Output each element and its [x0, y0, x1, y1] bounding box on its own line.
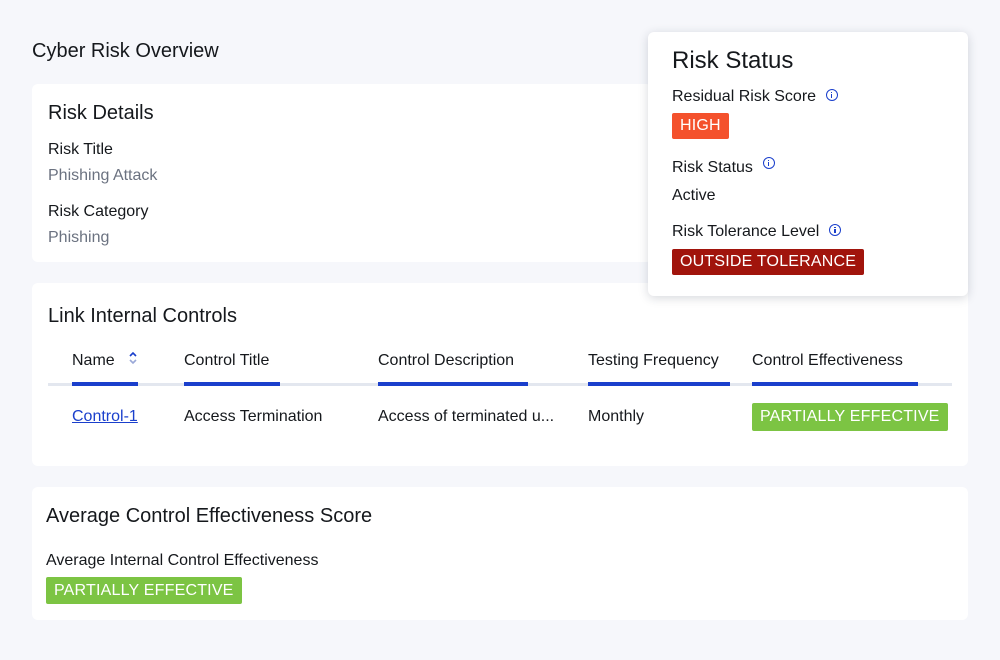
- risk-category-label: Risk Category: [48, 203, 149, 220]
- info-icon[interactable]: [829, 224, 842, 236]
- residual-risk-label: Residual Risk Score: [672, 88, 839, 106]
- risk-title-label: Risk Title: [48, 141, 113, 158]
- page-title: Cyber Risk Overview: [32, 40, 219, 62]
- risk-tolerance-label: Risk Tolerance Level: [672, 223, 842, 241]
- risk-title-value: Phishing Attack: [48, 167, 158, 184]
- control-description-cell: Access of terminated u...: [378, 408, 555, 425]
- risk-tolerance-badge: OUTSIDE TOLERANCE: [672, 249, 865, 275]
- column-underline-control-description: [378, 382, 528, 386]
- link-controls-title: Link Internal Controls: [48, 305, 237, 327]
- control-title-cell: Access Termination: [184, 408, 323, 425]
- column-header-testing-frequency: Testing Frequency: [588, 352, 719, 369]
- risk-status-panel: Risk Status Residual Risk Score HIGH Ris…: [648, 32, 968, 296]
- column-underline-control-effectiveness: [752, 382, 918, 386]
- column-header-control-title: Control Title: [184, 352, 270, 369]
- residual-risk-badge: HIGH: [672, 113, 729, 139]
- risk-category-value: Phishing: [48, 229, 110, 246]
- average-score-title: Average Control Effectiveness Score: [46, 505, 373, 527]
- average-score-card: Average Control Effectiveness Score Aver…: [32, 487, 968, 620]
- risk-status-value: Active: [672, 187, 716, 204]
- risk-status-label-text: Risk Status: [672, 159, 753, 176]
- risk-details-title: Risk Details: [48, 102, 154, 124]
- info-icon[interactable]: [762, 157, 775, 169]
- risk-status-title: Risk Status: [672, 47, 794, 74]
- average-effectiveness-label: Average Internal Control Effectiveness: [46, 552, 319, 569]
- column-underline-testing-frequency: [588, 382, 730, 386]
- column-header-name[interactable]: Name: [72, 352, 115, 370]
- control-effectiveness-badge: PARTIALLY EFFECTIVE: [752, 403, 948, 431]
- residual-risk-label-text: Residual Risk Score: [672, 88, 817, 105]
- testing-frequency-cell: Monthly: [588, 408, 645, 425]
- control-link[interactable]: Control-1: [72, 408, 138, 426]
- column-underline-name: [72, 382, 138, 386]
- column-header-control-effectiveness: Control Effectiveness: [752, 352, 903, 369]
- sort-chevrons-icon[interactable]: [128, 350, 138, 366]
- risk-details-card: Risk Details Risk Title Phishing Attack …: [32, 84, 652, 262]
- column-underline-control-title: [184, 382, 280, 386]
- average-effectiveness-badge: PARTIALLY EFFECTIVE: [46, 577, 242, 604]
- risk-tolerance-label-text: Risk Tolerance Level: [672, 223, 820, 240]
- link-internal-controls-card: Link Internal Controls Name Control Titl…: [32, 283, 968, 466]
- risk-status-label: Risk Status: [672, 157, 775, 177]
- column-header-control-description: Control Description: [378, 352, 515, 369]
- info-icon[interactable]: [826, 89, 839, 101]
